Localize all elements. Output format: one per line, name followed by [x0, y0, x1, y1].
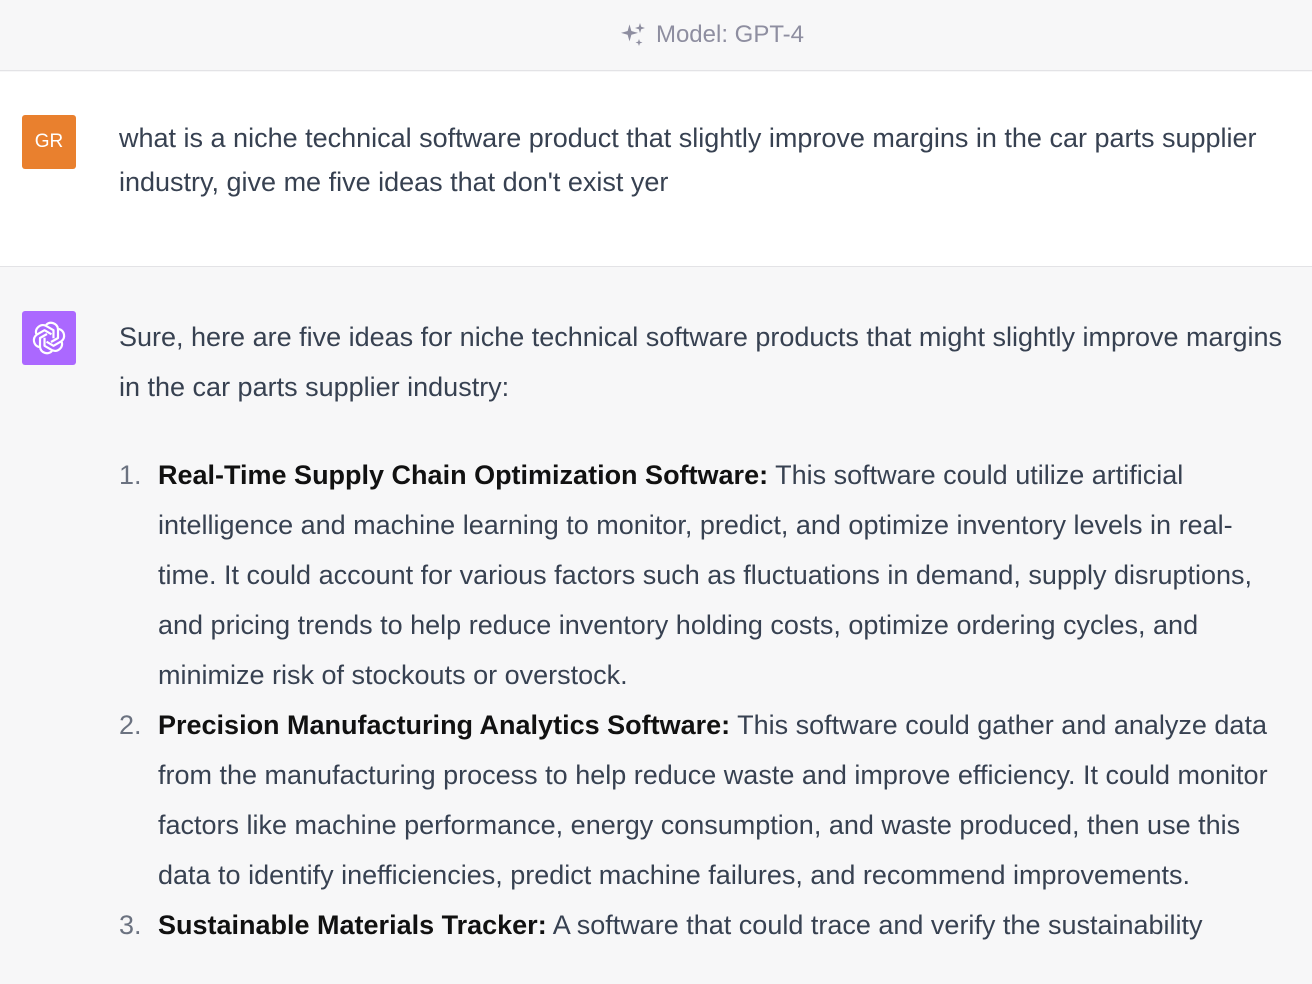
- user-avatar: GR: [22, 115, 76, 169]
- user-avatar-initials: GR: [34, 131, 64, 152]
- assistant-message-body: Sure, here are five ideas for niche tech…: [119, 312, 1289, 950]
- ideas-list: 1. Real-Time Supply Chain Optimization S…: [119, 450, 1289, 950]
- list-item: 3. Sustainable Materials Tracker: A soft…: [119, 900, 1289, 950]
- list-item-title: Sustainable Materials Tracker:: [158, 910, 547, 940]
- user-message: GR what is a niche technical software pr…: [0, 72, 1312, 267]
- list-item-description: A software that could trace and verify t…: [546, 910, 1203, 940]
- sparkle-icon: [620, 21, 648, 49]
- list-item: 2. Precision Manufacturing Analytics Sof…: [119, 700, 1289, 900]
- list-item-description: This software could utilize artificial i…: [158, 460, 1253, 690]
- assistant-intro: Sure, here are five ideas for niche tech…: [119, 322, 1283, 402]
- list-item-number: 1.: [119, 460, 142, 490]
- model-label: Model: GPT-4: [655, 21, 805, 48]
- list-item: 1. Real-Time Supply Chain Optimization S…: [119, 450, 1289, 700]
- list-item-title: Real-Time Supply Chain Optimization Soft…: [158, 460, 769, 490]
- list-item-title: Precision Manufacturing Analytics Softwa…: [158, 710, 731, 740]
- chat-header: Model: GPT-4: [0, 0, 1312, 71]
- openai-logo-icon: [22, 311, 76, 365]
- list-item-number: 3.: [119, 910, 142, 940]
- user-message-text: what is a niche technical software produ…: [119, 123, 1257, 197]
- assistant-message: Sure, here are five ideas for niche tech…: [0, 268, 1312, 984]
- list-item-number: 2.: [119, 710, 142, 740]
